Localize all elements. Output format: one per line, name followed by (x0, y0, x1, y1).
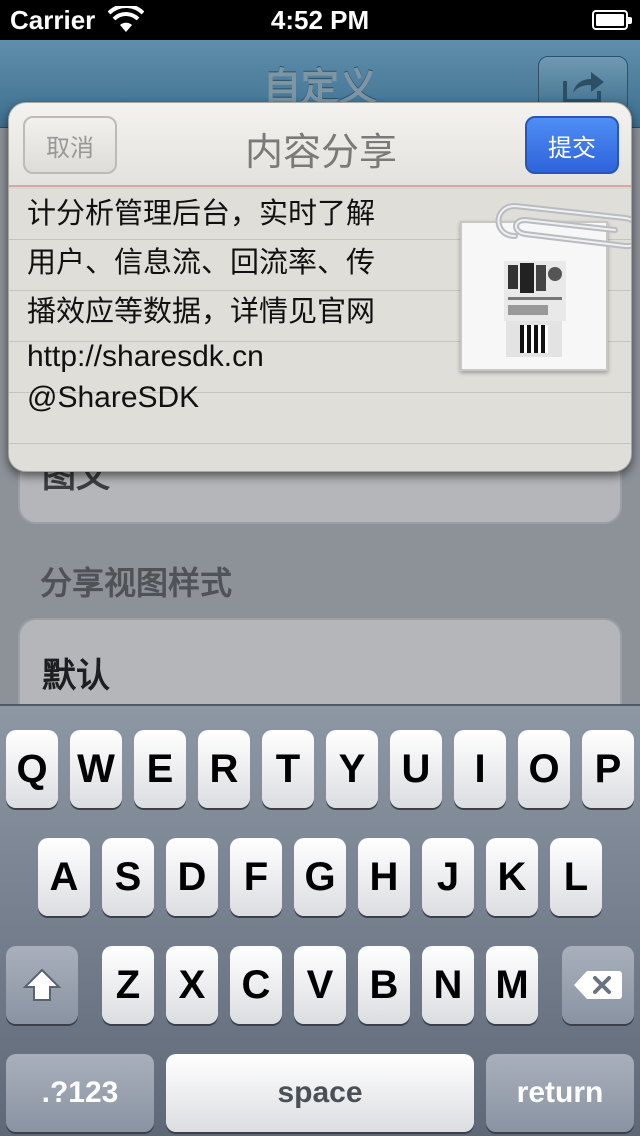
key-t[interactable]: T (262, 730, 314, 808)
key-q[interactable]: Q (6, 730, 58, 808)
key-p[interactable]: P (582, 730, 634, 808)
key-g[interactable]: G (294, 838, 346, 916)
key-r[interactable]: R (198, 730, 250, 808)
backspace-icon (574, 971, 622, 999)
key-i[interactable]: I (454, 730, 506, 808)
message-line: @ShareSDK (27, 381, 200, 414)
key-e[interactable]: E (134, 730, 186, 808)
space-key[interactable]: space (166, 1054, 474, 1132)
keyboard: Q W E R T Y U I O P A S D F G H J K L Z … (0, 704, 640, 1136)
key-o[interactable]: O (518, 730, 570, 808)
key-d[interactable]: D (166, 838, 218, 916)
battery-icon (592, 10, 632, 30)
numbers-key[interactable]: .?123 (6, 1054, 154, 1132)
share-dialog: 取消 内容分享 提交 计分析管理后台，实时了解 用户、信息流、回流率、传 播效应… (8, 102, 632, 472)
message-line: 播效应等数据，详情见官网 (27, 294, 376, 328)
key-a[interactable]: A (38, 838, 90, 916)
key-v[interactable]: V (294, 946, 346, 1024)
message-line: 计分析管理后台，实时了解 (27, 196, 376, 230)
key-m[interactable]: M (486, 946, 538, 1024)
key-h[interactable]: H (358, 838, 410, 916)
clock: 4:52 PM (270, 5, 370, 35)
delete-key[interactable] (562, 946, 634, 1024)
key-c[interactable]: C (230, 946, 282, 1024)
key-k[interactable]: K (486, 838, 538, 916)
key-j[interactable]: J (422, 838, 474, 916)
submit-button[interactable]: 提交 (525, 116, 619, 174)
key-z[interactable]: Z (102, 946, 154, 1024)
paperclip-icon (495, 202, 631, 249)
key-n[interactable]: N (422, 946, 474, 1024)
message-line: 用户、信息流、回流率、传 (27, 245, 376, 279)
attachment-image-preview (504, 261, 566, 321)
share-text-input[interactable]: 计分析管理后台，实时了解 用户、信息流、回流率、传 播效应等数据，详情见官网 h… (27, 189, 427, 418)
section-label: 分享视图样式 (40, 564, 233, 602)
key-b[interactable]: B (358, 946, 410, 1024)
status-bar: Carrier 4:52 PM (0, 0, 640, 40)
key-x[interactable]: X (166, 946, 218, 1024)
shift-icon (22, 968, 62, 1001)
shift-key[interactable] (6, 946, 78, 1024)
share-dialog-toolbar: 取消 内容分享 提交 (9, 103, 631, 187)
key-s[interactable]: S (102, 838, 154, 916)
key-y[interactable]: Y (326, 730, 378, 808)
qr-code-preview (506, 321, 562, 357)
message-line: http://sharesdk.cn (27, 340, 264, 373)
view-style-value: 默认 (42, 656, 110, 696)
return-key[interactable]: return (486, 1054, 634, 1132)
share-arrow-icon (563, 72, 604, 103)
key-l[interactable]: L (550, 838, 602, 916)
key-f[interactable]: F (230, 838, 282, 916)
key-u[interactable]: U (390, 730, 442, 808)
view-style-field[interactable]: 默认 (18, 618, 622, 704)
key-w[interactable]: W (70, 730, 122, 808)
